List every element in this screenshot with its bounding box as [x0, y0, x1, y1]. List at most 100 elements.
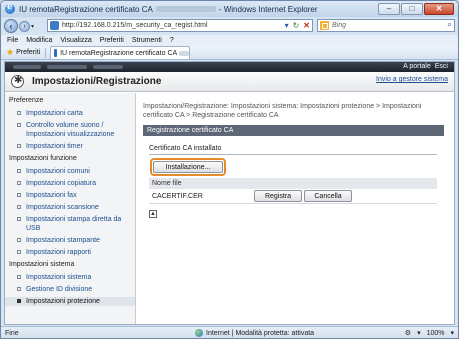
- menu-modifica[interactable]: Modifica: [26, 37, 52, 44]
- window-title: IU remotaRegistrazione certificato CA - W…: [19, 5, 318, 14]
- sidebar-item-label: Impostazioni scansione: [26, 204, 99, 211]
- sidebar-item-label: Impostazioni stampante: [26, 237, 100, 244]
- close-button[interactable]: ✕: [424, 3, 454, 15]
- page-icon: [50, 21, 59, 30]
- top-band: A portale Esci: [5, 62, 454, 72]
- zoom-level[interactable]: 100%: [427, 330, 445, 337]
- forward-button[interactable]: ›: [19, 20, 30, 32]
- sidebar-item-stampa-usb[interactable]: Impostazioni stampa diretta da USB: [5, 215, 135, 233]
- redacted-text: [179, 50, 190, 56]
- sidebar-item-id-divisione[interactable]: Gestione ID divisione: [5, 285, 135, 294]
- sidebar-item-comuni[interactable]: Impostazioni comuni: [5, 167, 135, 176]
- installed-ca-box: Certificato CA installato Installazione.…: [149, 145, 437, 204]
- search-icon[interactable]: ⌕: [448, 20, 452, 30]
- status-bar: Fine Internet | Modalità protetta: attiv…: [1, 326, 458, 338]
- install-button[interactable]: Installazione...: [153, 161, 223, 173]
- sidebar-item-timer[interactable]: Impostazioni timer: [5, 142, 135, 151]
- refresh-icon[interactable]: ↻: [293, 21, 300, 30]
- main-panel: Impostazioni/Registrazione: Impostazioni…: [139, 93, 452, 324]
- page-title: Impostazioni/Registrazione: [32, 76, 162, 87]
- sidebar-heading-sistema: Impostazioni sistema: [9, 261, 75, 268]
- menu-visualizza[interactable]: Visualizza: [60, 37, 91, 44]
- sidebar-item-sistema[interactable]: Impostazioni sistema: [5, 273, 135, 282]
- section-title: Registrazione certificato CA: [143, 125, 444, 136]
- bullet-icon: [17, 123, 21, 127]
- zoom-dropdown-icon[interactable]: ▾: [450, 329, 454, 337]
- page-top-icon[interactable]: ▲: [149, 210, 157, 218]
- bullet-icon: [17, 299, 21, 303]
- sidebar-item-volume-visualizzazione[interactable]: Controllo volume suono / Impostazioni vi…: [5, 121, 135, 139]
- favorites-button[interactable]: Preferiti: [16, 49, 40, 56]
- sidebar-item-label: Gestione ID divisione: [26, 286, 93, 293]
- history-dropdown-icon[interactable]: ▾: [31, 23, 34, 30]
- divider: [45, 47, 47, 58]
- ie-icon: [5, 2, 15, 14]
- sidebar-heading-preferenze: Preferenze: [9, 97, 44, 104]
- bullet-icon: [17, 238, 21, 242]
- address-url[interactable]: http://192.168.0.215/m_security_ca_regis…: [62, 22, 208, 29]
- stop-icon[interactable]: ✕: [303, 21, 310, 30]
- zone-label: Internet | Modalità protetta: attivata: [206, 329, 315, 337]
- portal-link[interactable]: A portale: [403, 63, 431, 70]
- sidebar-item-label: Impostazioni sistema: [26, 274, 92, 281]
- globe-icon: [195, 329, 203, 337]
- bullet-icon: [17, 181, 21, 185]
- window-controls: – □ ✕: [378, 3, 454, 15]
- redacted-text: [155, 6, 216, 13]
- box-title: Certificato CA installato: [149, 145, 222, 152]
- window-title-suffix: - Windows Internet Explorer: [218, 4, 318, 14]
- divider: [149, 154, 437, 155]
- zoom-dropdown-icon[interactable]: ▾: [417, 329, 421, 337]
- file-name: CACERTIF.CER: [152, 192, 203, 200]
- menu-help[interactable]: ?: [170, 37, 174, 44]
- sidebar-item-label: Impostazioni rapporti: [26, 249, 91, 256]
- sidebar-item-impostazioni-carta[interactable]: Impostazioni carta: [5, 109, 135, 118]
- page-content: A portale Esci Impostazioni/Registrazion…: [4, 61, 455, 325]
- sidebar-item-label: Impostazioni comuni: [26, 168, 90, 175]
- file-table-header: Nome file: [149, 178, 437, 189]
- sidebar-item-label: Impostazioni carta: [26, 110, 83, 117]
- cancel-button[interactable]: Cancella: [304, 190, 352, 202]
- bullet-icon: [17, 275, 21, 279]
- install-highlight: Installazione...: [150, 158, 226, 176]
- sidebar-item-fax[interactable]: Impostazioni fax: [5, 191, 135, 200]
- page-header: Impostazioni/Registrazione Invio a gesto…: [5, 72, 454, 92]
- bullet-icon: [17, 205, 21, 209]
- browser-tab[interactable]: IU remotaRegistrazione certificato CA: [50, 46, 191, 59]
- bing-icon: [320, 21, 329, 30]
- sidebar: Preferenze Impostazioni carta Controllo …: [5, 93, 136, 324]
- sidebar-item-label: Impostazioni protezione: [26, 298, 100, 305]
- back-button[interactable]: ‹: [4, 19, 18, 33]
- sidebar-item-label: Impostazioni copiatura: [26, 180, 97, 187]
- search-placeholder[interactable]: Bing: [332, 22, 346, 29]
- sidebar-item-rapporti[interactable]: Impostazioni rapporti: [5, 248, 135, 257]
- star-icon[interactable]: ★: [6, 47, 14, 58]
- status-text: Fine: [5, 329, 19, 337]
- sidebar-heading-funzione: Impostazioni funzione: [9, 155, 77, 162]
- menu-preferiti[interactable]: Preferiti: [100, 37, 124, 44]
- navigation-bar: ‹ › ▾ http://192.168.0.215/m_security_ca…: [1, 17, 458, 35]
- sidebar-item-label: Impostazioni timer: [26, 143, 83, 150]
- breadcrumb: Impostazioni/Registrazione: Impostazioni…: [143, 103, 422, 119]
- ie-window: IU remotaRegistrazione certificato CA - W…: [0, 0, 459, 339]
- address-bar[interactable]: http://192.168.0.215/m_security_ca_regis…: [47, 19, 313, 32]
- sidebar-item-stampante[interactable]: Impostazioni stampante: [5, 236, 135, 245]
- address-dropdown-icon[interactable]: ▾: [285, 21, 289, 30]
- tab-label: IU remotaRegistrazione certificato CA: [60, 49, 178, 57]
- menu-file[interactable]: File: [7, 37, 18, 44]
- sidebar-item-protezione[interactable]: Impostazioni protezione: [5, 297, 135, 306]
- protected-mode-icon[interactable]: ⚙: [405, 329, 411, 337]
- back-to-manager-link[interactable]: Invio a gestore sistema: [376, 76, 448, 83]
- exit-link[interactable]: Esci: [435, 63, 448, 70]
- settings-icon: [11, 75, 24, 88]
- security-zone[interactable]: Internet | Modalità protetta: attivata: [195, 329, 314, 337]
- menu-strumenti[interactable]: Strumenti: [132, 37, 162, 44]
- search-box[interactable]: Bing ⌕: [317, 19, 455, 32]
- sidebar-item-copiatura[interactable]: Impostazioni copiatura: [5, 179, 135, 188]
- minimize-button[interactable]: –: [378, 3, 400, 15]
- sidebar-item-scansione[interactable]: Impostazioni scansione: [5, 203, 135, 212]
- bullet-icon: [17, 193, 21, 197]
- maximize-button[interactable]: □: [401, 3, 423, 15]
- register-button[interactable]: Registra: [254, 190, 302, 202]
- menu-bar: File Modifica Visualizza Preferiti Strum…: [1, 35, 458, 46]
